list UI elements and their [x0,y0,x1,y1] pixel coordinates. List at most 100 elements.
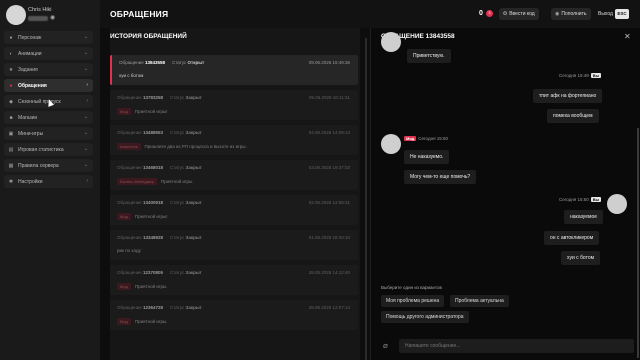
esc-button[interactable]: ESC [615,9,629,19]
ticket-item[interactable]: Обращение 13400918 Статус Закрыт 02.06.2… [110,195,358,225]
message-bubble: хуи с ботом [561,251,601,265]
role-tag: Аналитик [117,143,141,150]
ticket-status: Статус Закрыт [170,130,202,135]
chevron-down-icon: ⌄ [83,162,88,168]
replenish-button[interactable]: ◉ Пополнить [551,8,591,20]
sidebar-item-reports[interactable]: ● Обращения › [4,79,93,92]
ticket-number: Обращение 13783258 [117,95,164,100]
ticket-number: Обращение 13843558 [119,60,166,65]
gamepad-icon: ▣ [8,130,14,137]
ticket-number: Обращение 13488553 [117,130,164,135]
profile[interactable]: Chris Hiki ◉ [6,5,96,25]
ticket-text: Мод Приятной игры. [117,283,168,290]
coin-badge: 3 [486,10,493,17]
ticket-date: 05.06.2026 16:11:31 [309,95,350,100]
chevron-down-icon: ⌄ [83,130,88,136]
ticket-date: 01.06.2026 18:33:10 [308,235,350,240]
ticket-date: 02.06.2026 12:58:31 [308,200,350,205]
message-meta: Мод Сегодня 15:50 [404,136,449,141]
chevron-right-icon: › [86,98,88,104]
ticket-status: Статус Закрыт [170,235,202,240]
ticket-number: Обращение 12364728 [117,305,164,310]
sidebar-item-label: Обращения [18,82,47,89]
role-tag: Бизнес-Менеджер [117,178,157,185]
sidebar-item-minigames[interactable]: ▣ Мини-игры ⌄ [4,127,93,140]
ticket-text: Мод Приятной игры. [117,318,168,325]
ticket-item[interactable]: Обращение 13843558 Статус Открыт 09.06.2… [110,55,358,85]
ticket-status: Статус Закрыт [170,270,202,275]
avatar [607,194,627,214]
sidebar-item-label: Мини-игры [18,130,44,137]
ticket-status: Статус Закрыт [170,165,202,170]
sidebar-item-stats[interactable]: ▤ Игровая статистика ⌄ [4,143,93,156]
eye-icon[interactable]: ◉ [50,15,56,21]
ticket-date: 04.06.2026 14:09:14 [308,130,350,135]
profile-name: Chris Hiki [28,7,52,13]
rules-icon: ▦ [8,162,14,169]
chevron-down-icon: ⌄ [83,146,88,152]
chat-panel: ОБРАЩЕНИЕ 13843558 ✕ Приветствую. Сегодн… [370,28,640,360]
sidebar-item-shop[interactable]: ■ Магазин ⌄ [4,111,93,124]
ticket-date: 03.06.2026 19:37:03 [308,165,350,170]
sidebar-item-label: Магазин [18,114,38,121]
message-bubble: Могу чем-то еще помочь? [404,170,477,184]
option-problem-solved-button[interactable]: Моя проблема решена [381,295,445,307]
ticket-number: Обращение 13468018 [117,165,164,170]
chevron-right-icon: › [86,178,88,184]
ticket-date: 28.05.2026 12:07:14 [308,305,350,310]
history-scrollbar[interactable] [365,38,367,360]
ticket-item[interactable]: Обращение 13348928 Статус Закрыт 01.06.2… [110,230,358,260]
gear-icon: ✱ [8,178,14,185]
close-icon[interactable]: ✕ [624,32,631,41]
replenish-label: Пополнить [561,11,587,17]
ticket-item[interactable]: Обращение 13468018 Статус Закрыт 03.06.2… [110,160,358,190]
ticket-number: Обращение 12370805 [117,270,164,275]
message-bubble: Не наказуемо. [404,150,450,164]
ticket-number: Обращение 13348928 [117,235,164,240]
chat-scrollbar[interactable] [637,128,639,358]
ticket-item[interactable]: Обращение 13783258 Статус Закрыт 05.06.2… [110,90,358,120]
role-tag: Мод [117,283,131,290]
sidebar-item-label: Анимации [18,50,42,57]
ticket-item[interactable]: Обращение 12370805 Статус Закрыт 28.05.2… [110,265,358,295]
sidebar-item-label: Правила сервера [18,162,59,169]
message-bubble: тпит афк на фортепиано [533,89,603,103]
ticket-list: Обращение 13843558 Статус Открыт 09.06.2… [110,55,360,335]
ticket-text: Бизнес-Менеджер Приятной игры. [117,178,194,185]
message-bubble: помеха вообщем [547,109,599,123]
sidebar-item-label: Сезонный пропуск [18,98,61,105]
sidebar-item-rules[interactable]: ▦ Правила сервера ⌄ [4,159,93,172]
ticket-date: 09.06.2026 15:49:36 [308,60,350,65]
option-problem-relevant-button[interactable]: Проблема актуальна [450,295,509,307]
shop-icon: ■ [9,114,13,121]
avatar [381,134,401,154]
paperclip-icon[interactable]: ⌀ [383,341,388,350]
app-root: Chris Hiki ◉ ● Персонаж ⌄ ◐ Анимации ⌄ ★ Зада… [0,0,640,360]
sidebar-item-character[interactable]: ● Персонаж ⌄ [4,31,93,44]
page-title: ОБРАЩЕНИЯ [110,9,169,19]
message-input[interactable]: Напишите сообщение... [399,339,634,353]
exit-label[interactable]: Выход [598,11,613,17]
ticket-item[interactable]: Обращение 13488553 Статус Закрыт 04.06.2… [110,125,358,155]
sidebar-item-label: Персонаж [18,34,42,41]
stats-icon: ▤ [8,146,14,153]
chevron-down-icon: ⌄ [83,34,88,40]
sidebar-item-animations[interactable]: ◐ Анимации ⌄ [4,47,93,60]
sidebar-item-settings[interactable]: ✱ Настройки › [4,175,93,188]
ticket-status: Статус Закрыт [170,200,202,205]
choose-label: Выберите один из вариантов [381,285,442,290]
ticket-date: 28.05.2026 14:12:40 [308,270,350,275]
role-tag: Мод [117,108,131,115]
enter-code-button[interactable]: ✪ Ввести код [499,8,539,20]
user-icon: ● [9,34,13,41]
message-meta: Сегодня 15:50 Вы [559,197,602,202]
option-other-admin-button[interactable]: Помощь другого администратора [381,311,469,323]
role-tag: Мод [117,318,131,325]
ticket-text: Мод Приятной игры! [117,213,168,220]
role-tag: Мод [117,213,131,220]
ticket-item[interactable]: Обращение 12364728 Статус Закрыт 28.05.2… [110,300,358,330]
message-input-row: ⌀ Напишите сообщение... [381,339,636,353]
sidebar: Chris Hiki ◉ ● Персонаж ⌄ ◐ Анимации ⌄ ★ Зада… [0,0,100,360]
sidebar-item-quests[interactable]: ★ Задания ⌄ [4,63,93,76]
ticket-status: Статус Закрыт [170,305,202,310]
